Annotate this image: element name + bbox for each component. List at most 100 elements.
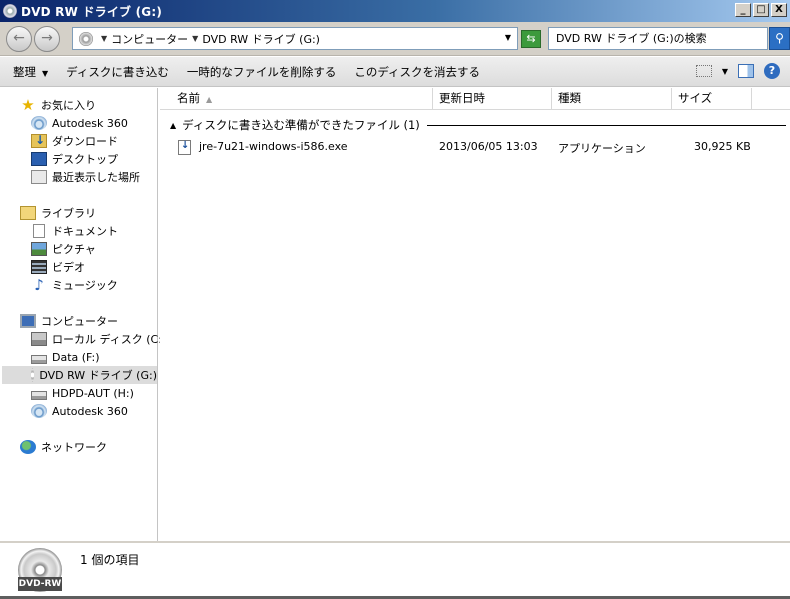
drive-icon: [31, 354, 47, 364]
window-controls: _ □ X: [735, 3, 787, 17]
organize-label: 整理: [13, 64, 36, 79]
refresh-button[interactable]: ⇆: [521, 30, 541, 48]
nav-favorites[interactable]: ★ お気に入り: [20, 96, 96, 114]
view-controls: ▼ ?: [695, 63, 780, 79]
nav-item-pictures[interactable]: ピクチャ: [31, 240, 96, 258]
chevron-down-icon: ▼: [42, 68, 49, 78]
refresh-icon: ⇆: [526, 32, 536, 45]
nav-label: DVD RW ドライブ (G:): [39, 369, 157, 382]
file-modified: 2013/06/05 13:03: [439, 140, 538, 153]
collapse-group-icon[interactable]: ▲: [170, 121, 176, 130]
file-name: jre-7u21-windows-i586.exe: [199, 140, 348, 153]
nav-item-downloads[interactable]: ダウンロード: [31, 132, 118, 150]
file-size: 30,925 KB: [694, 140, 751, 153]
details-pane: DVD-RW 1 個の項目: [0, 541, 790, 599]
group-label: ディスクに書き込む準備ができたファイル (1): [182, 118, 420, 132]
nav-item-autodesk-360-drive[interactable]: Autodesk 360: [31, 402, 128, 420]
address-row: ← → ▼ コンピューター ▼ DVD RW ドライブ (G:) ▼ ⇆ DVD…: [0, 22, 790, 56]
dvd-drive-icon: [31, 368, 35, 382]
nav-label: ミュージック: [52, 279, 118, 292]
nav-label: お気に入り: [41, 99, 96, 112]
library-folder-icon: [20, 206, 36, 220]
address-bar[interactable]: ▼ コンピューター ▼ DVD RW ドライブ (G:) ▼: [72, 27, 518, 50]
erase-disc-button[interactable]: このディスクを消去する: [354, 64, 480, 80]
burn-button[interactable]: ディスクに書き込む: [66, 64, 169, 80]
nav-item-autodesk-360[interactable]: Autodesk 360: [31, 114, 128, 132]
column-header-size[interactable]: サイズ: [672, 88, 752, 110]
organize-button[interactable]: 整理 ▼: [13, 64, 48, 80]
nav-label: ピクチャ: [52, 243, 96, 256]
search-button[interactable]: ⚲: [769, 27, 790, 50]
nav-network[interactable]: ネットワーク: [20, 438, 107, 456]
sort-ascending-icon: ▲: [206, 95, 213, 104]
nav-label: Data (F:): [52, 350, 100, 364]
command-bar: 整理 ▼ ディスクに書き込む 一時的なファイルを削除する このディスクを消去する …: [0, 57, 790, 87]
recent-places-icon: [31, 170, 47, 184]
nav-computer[interactable]: コンピューター: [20, 312, 118, 330]
nav-label: ビデオ: [52, 261, 85, 274]
title-bar: DVD RW ドライブ (G:) _ □ X: [0, 0, 790, 22]
nav-label: ダウンロード: [52, 135, 118, 148]
picture-icon: [31, 242, 47, 256]
close-button[interactable]: X: [771, 3, 787, 17]
nav-item-data-f[interactable]: Data (F:): [31, 348, 100, 366]
file-list: 名前 ▲ 更新日時 種類 サイズ ▲ ディスクに書き込む準備ができたファイル (1…: [160, 88, 790, 541]
back-arrow-icon: ←: [13, 30, 25, 46]
nav-item-documents[interactable]: ドキュメント: [31, 222, 118, 240]
forward-arrow-icon: →: [41, 30, 53, 46]
column-header-type[interactable]: 種類: [552, 88, 672, 110]
breadcrumb-chevron-icon[interactable]: ▼: [192, 34, 198, 43]
drive-icon: [31, 390, 47, 400]
nav-label: ローカル ディスク (C:): [52, 333, 167, 346]
item-count: 1 個の項目: [80, 553, 140, 567]
nav-item-recent-places[interactable]: 最近表示した場所: [31, 168, 140, 186]
back-button[interactable]: ←: [6, 26, 32, 52]
column-label: 名前: [177, 91, 200, 105]
table-row[interactable]: jre-7u21-windows-i586.exe 2013/06/05 13:…: [160, 138, 790, 156]
search-input[interactable]: DVD RW ドライブ (G:)の検索: [548, 27, 768, 50]
nav-item-videos[interactable]: ビデオ: [31, 258, 85, 276]
delete-temp-files-button[interactable]: 一時的なファイルを削除する: [187, 64, 337, 80]
nav-item-music[interactable]: ♪ ミュージック: [31, 276, 118, 294]
downloads-folder-icon: [31, 133, 47, 148]
change-view-icon[interactable]: [695, 65, 712, 77]
nav-label: Autodesk 360: [52, 116, 128, 130]
group-header[interactable]: ▲ ディスクに書き込む準備ができたファイル (1): [160, 116, 790, 134]
breadcrumb-dvd-drive[interactable]: DVD RW ドライブ (G:): [202, 31, 320, 47]
installer-file-icon: [178, 140, 191, 155]
group-divider: [426, 124, 786, 126]
column-header-name[interactable]: 名前 ▲: [171, 88, 433, 110]
nav-item-desktop[interactable]: デスクトップ: [31, 150, 118, 168]
computer-icon: [20, 314, 36, 328]
chevron-down-icon[interactable]: ▼: [722, 67, 728, 76]
video-icon: [31, 260, 47, 274]
help-icon[interactable]: ?: [764, 63, 780, 79]
dvd-drive-icon: [3, 4, 17, 18]
music-note-icon: ♪: [34, 276, 44, 294]
address-dropdown-icon[interactable]: ▼: [505, 33, 511, 42]
document-icon: [33, 224, 45, 238]
column-header-row: 名前 ▲ 更新日時 種類 サイズ: [160, 88, 790, 110]
column-label: 種類: [558, 91, 581, 105]
preview-pane-icon[interactable]: [738, 64, 754, 78]
nav-label: デスクトップ: [52, 153, 118, 166]
nav-label: ドキュメント: [52, 225, 118, 238]
forward-button[interactable]: →: [34, 26, 60, 52]
nav-label: 最近表示した場所: [52, 171, 140, 184]
breadcrumb-chevron-icon[interactable]: ▼: [101, 34, 107, 43]
minimize-button[interactable]: _: [735, 3, 751, 17]
nav-item-dvd-rw-g[interactable]: DVD RW ドライブ (G:): [2, 366, 157, 384]
breadcrumb-computer[interactable]: コンピューター: [111, 31, 188, 47]
local-disk-icon: [31, 332, 47, 346]
column-header-modified[interactable]: 更新日時: [433, 88, 552, 110]
nav-libraries[interactable]: ライブラリ: [20, 204, 96, 222]
star-icon: ★: [21, 96, 35, 114]
dvd-rw-label: DVD-RW: [18, 577, 62, 591]
nav-item-local-disk-c[interactable]: ローカル ディスク (C:): [31, 330, 166, 348]
window-title: DVD RW ドライブ (G:): [21, 4, 163, 19]
nav-label: HDPD-AUT (H:): [52, 386, 134, 400]
cloud-icon: [31, 404, 47, 418]
maximize-button[interactable]: □: [753, 3, 769, 17]
search-icon: ⚲: [775, 31, 784, 45]
nav-item-hdpd-aut-h[interactable]: HDPD-AUT (H:): [31, 384, 134, 402]
